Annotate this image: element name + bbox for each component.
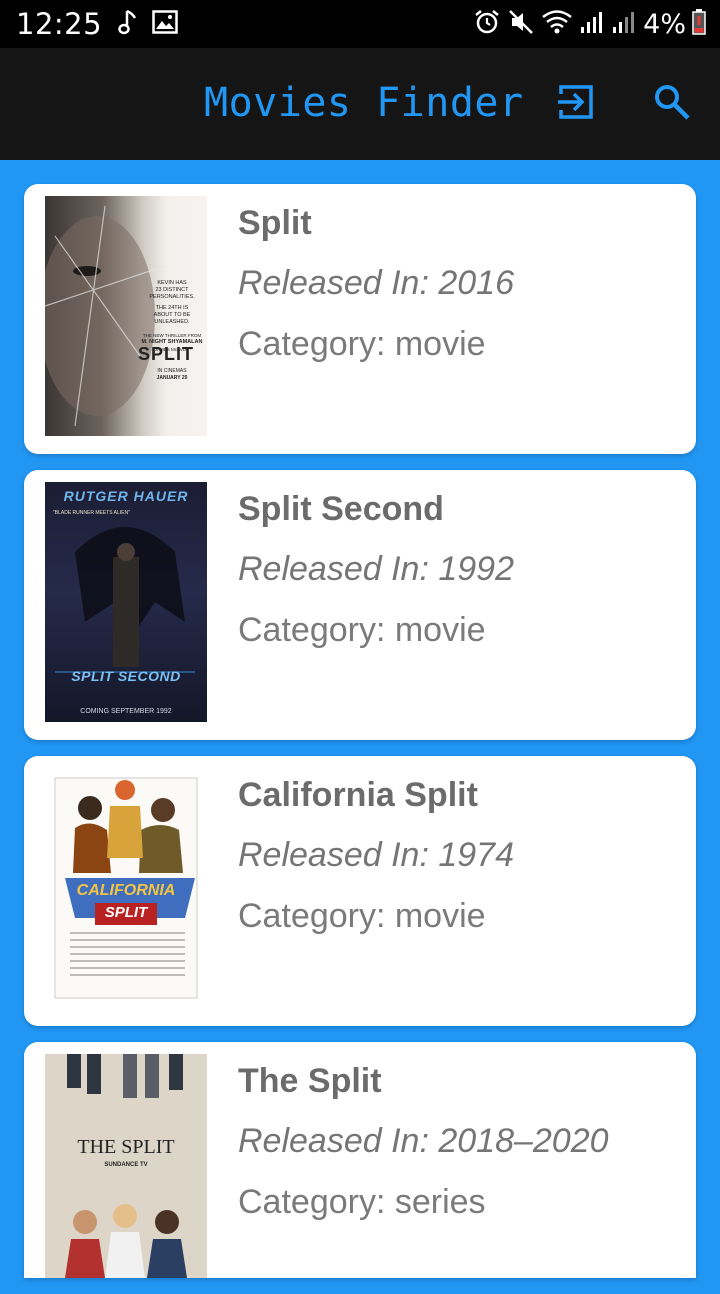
- app-title: Movies Finder: [204, 80, 524, 126]
- poster-header: RUTGER HAUER: [63, 488, 189, 504]
- notification-icons: [118, 8, 178, 41]
- signal-icon: [611, 9, 637, 40]
- movie-category: Category: movie: [238, 325, 486, 363]
- poster-line: KEVIN HAS: [157, 280, 187, 286]
- login-icon: [556, 82, 596, 127]
- poster-title: SPLIT: [137, 344, 194, 364]
- movie-list: KEVIN HAS 23 DISTINCT PERSONALITIES. THE…: [24, 184, 696, 1294]
- movie-category: Category: movie: [238, 897, 486, 935]
- poster-title: THE SPLIT: [77, 1136, 175, 1158]
- login-button[interactable]: [554, 82, 598, 126]
- movie-release-year: Released In: 2016: [238, 264, 514, 302]
- mute-icon: [507, 8, 535, 41]
- movie-card[interactable]: RUTGER HAUER "BLADE RUNNER MEETS ALIEN" …: [24, 470, 696, 740]
- poster-taglines: KEVIN HAS 23 DISTINCT PERSONALITIES. THE…: [139, 280, 205, 353]
- search-icon: [652, 82, 692, 127]
- image-icon: [152, 9, 178, 39]
- poster-title: SPLIT SECOND: [71, 668, 181, 684]
- movie-release-year: Released In: 1974: [238, 836, 514, 874]
- system-icons: 4%: [473, 8, 706, 41]
- movie-poster: KEVIN HAS 23 DISTINCT PERSONALITIES. THE…: [45, 196, 207, 436]
- poster-line: PERSONALITIES.: [149, 294, 195, 300]
- movie-poster: CALIFORNIA SPLIT: [45, 768, 207, 1008]
- poster-line: THE 24TH IS: [155, 305, 189, 311]
- poster-release: IN CINEMAS JANUARY 20: [139, 368, 205, 382]
- signal-icon: [579, 9, 605, 40]
- movie-title: California Split: [238, 776, 478, 814]
- poster-title-secondary: SPLIT: [104, 904, 148, 921]
- poster-line: ABOUT TO BE: [153, 312, 191, 318]
- poster-network: SUNDANCE TV: [104, 1162, 148, 1168]
- movie-card[interactable]: KEVIN HAS 23 DISTINCT PERSONALITIES. THE…: [24, 184, 696, 454]
- movie-card[interactable]: THE SPLIT SUNDANCE TV The Split Released…: [24, 1042, 696, 1278]
- poster-line: 23 DISTINCT: [155, 287, 189, 293]
- wifi-icon: [541, 9, 573, 40]
- movie-title: The Split: [238, 1062, 382, 1100]
- poster-line: IN CINEMAS: [157, 368, 187, 374]
- movie-card[interactable]: CALIFORNIA SPLIT California Split Releas…: [24, 756, 696, 1026]
- movie-poster: THE SPLIT SUNDANCE TV: [45, 1054, 207, 1278]
- movie-category: Category: movie: [238, 611, 486, 649]
- poster-title: CALIFORNIA: [76, 882, 176, 899]
- poster-line: JANUARY 20: [156, 375, 188, 381]
- search-button[interactable]: [650, 82, 694, 126]
- alarm-icon: [473, 8, 501, 41]
- poster-tagline: "BLADE RUNNER MEETS ALIEN": [53, 510, 130, 516]
- poster-line: UNLEASHED.: [154, 319, 190, 325]
- status-bar: 12:25 4%: [0, 0, 720, 48]
- status-time: 12:25: [16, 7, 103, 41]
- movie-release-year: Released In: 2018–2020: [238, 1122, 609, 1160]
- movie-category: Category: series: [238, 1183, 486, 1221]
- battery-low-icon: [692, 8, 706, 40]
- music-note-icon: [118, 8, 138, 41]
- poster-line: THE NEW THRILLER FROM: [142, 333, 202, 338]
- movie-poster: RUTGER HAUER "BLADE RUNNER MEETS ALIEN" …: [45, 482, 207, 722]
- poster-footer: COMING SEPTEMBER 1992: [80, 708, 172, 715]
- movie-release-year: Released In: 1992: [238, 550, 514, 588]
- app-bar: Movies Finder: [0, 48, 720, 160]
- movie-title: Split Second: [238, 490, 444, 528]
- battery-percent: 4%: [643, 8, 686, 40]
- movie-title: Split: [238, 204, 312, 242]
